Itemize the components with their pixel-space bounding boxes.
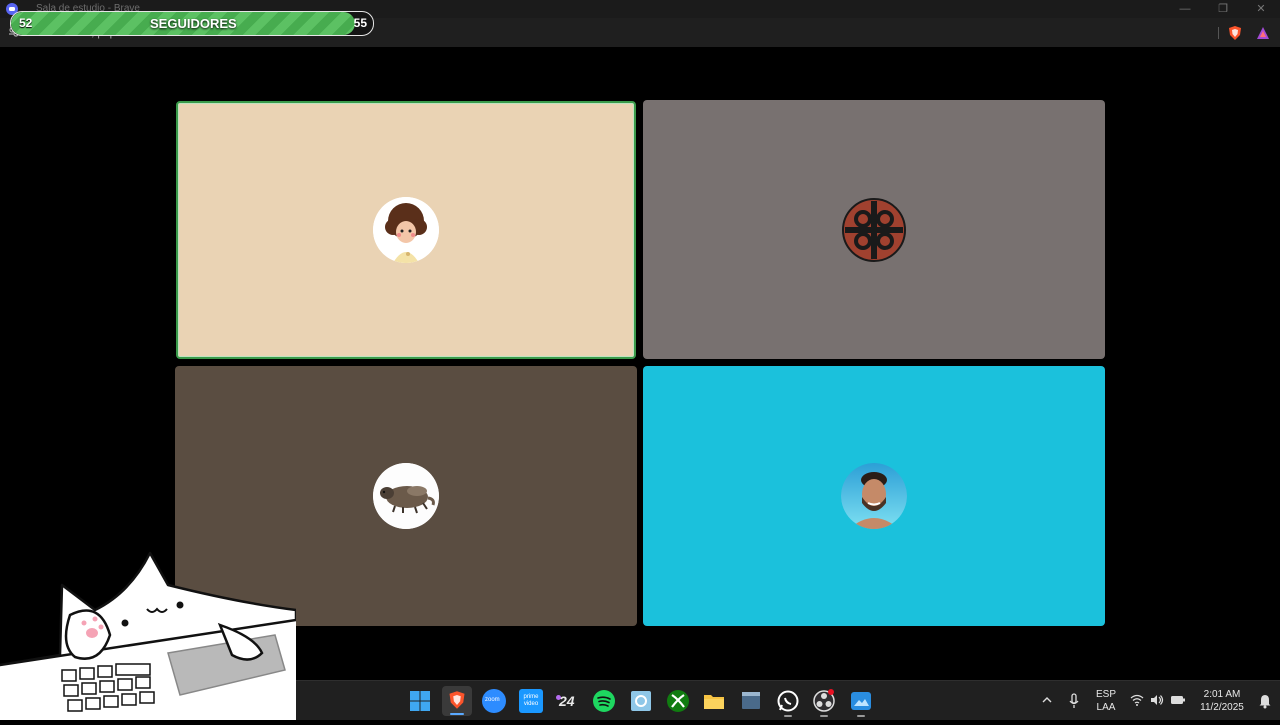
brave-shields-icon[interactable] xyxy=(1227,25,1243,41)
close-button[interactable]: ✕ xyxy=(1242,0,1280,18)
participant-avatar-2[interactable] xyxy=(841,196,907,263)
photos-icon[interactable] xyxy=(849,689,873,713)
bongo-cat-illustration xyxy=(0,551,298,720)
brave-icon xyxy=(449,691,465,709)
clock-time[interactable]: 2:01 AM xyxy=(1194,689,1250,700)
participant-tile-1[interactable] xyxy=(176,101,636,359)
participant-tile-4[interactable] xyxy=(643,366,1105,626)
zoom-icon[interactable]: zoom xyxy=(482,689,506,713)
participant-avatar-1[interactable] xyxy=(373,197,439,263)
clock-date[interactable]: 11/2/2025 xyxy=(1194,702,1250,713)
app-24-label: 24 xyxy=(559,693,575,709)
file-explorer-icon[interactable] xyxy=(702,689,726,713)
keyboard-layout-code[interactable]: LAA xyxy=(1094,702,1118,713)
start-icon[interactable] xyxy=(408,689,432,713)
person-photo-avatar xyxy=(841,463,907,529)
battery-icon[interactable] xyxy=(1170,694,1186,706)
active-indicator xyxy=(450,713,464,715)
media-app-icon[interactable] xyxy=(739,689,763,713)
running-indicator xyxy=(857,715,865,717)
brave-taskbar-button[interactable] xyxy=(442,686,472,716)
spotify-icon[interactable] xyxy=(592,689,616,713)
bongo-cat-overlay xyxy=(0,545,298,720)
participant-avatar-4[interactable] xyxy=(841,463,907,529)
whatsapp-icon[interactable] xyxy=(776,689,800,713)
afro-character-avatar xyxy=(373,197,439,263)
chevron-up-icon[interactable] xyxy=(1042,695,1052,705)
zoom-icon-label: zoom xyxy=(485,697,500,703)
windows-taskbar: zoom prime video 24 ESP LAA 2:01 AM 11/2… xyxy=(296,680,1280,720)
restore-button[interactable]: ❐ xyxy=(1204,0,1242,18)
brave-rewards-icon[interactable] xyxy=(1256,26,1270,40)
followers-label: SEGUIDORES xyxy=(150,16,237,31)
followers-goal: 55 xyxy=(353,16,367,30)
xbox-icon[interactable] xyxy=(666,689,690,713)
system-tray: ESP LAA 2:01 AM 11/2/2025 xyxy=(1040,681,1280,721)
followers-current: 52 xyxy=(19,16,33,30)
address-divider xyxy=(1218,27,1219,39)
prime-icon-label: prime video xyxy=(523,694,539,707)
running-indicator xyxy=(784,715,792,717)
control-panel-icon[interactable] xyxy=(629,689,653,713)
app-24-icon[interactable]: 24 xyxy=(556,689,580,713)
running-indicator xyxy=(820,715,828,717)
microphone-icon[interactable] xyxy=(1068,693,1080,709)
followers-goal-bar: 52 SEGUIDORES 55 xyxy=(10,11,374,36)
window-controls: — ❐ ✕ xyxy=(1166,0,1280,18)
participant-tile-2[interactable] xyxy=(643,100,1105,359)
wifi-icon[interactable] xyxy=(1130,694,1144,706)
volume-icon[interactable] xyxy=(1150,694,1164,706)
language-code[interactable]: ESP xyxy=(1094,689,1118,700)
tribal-logo-avatar xyxy=(842,197,906,262)
participant-avatar-3[interactable] xyxy=(373,463,439,529)
prime-video-icon[interactable]: prime video xyxy=(519,689,543,713)
obs-icon[interactable] xyxy=(812,689,836,713)
animal-avatar xyxy=(373,463,439,529)
minimize-button[interactable]: — xyxy=(1166,0,1204,18)
notification-bell-icon[interactable] xyxy=(1258,693,1272,709)
